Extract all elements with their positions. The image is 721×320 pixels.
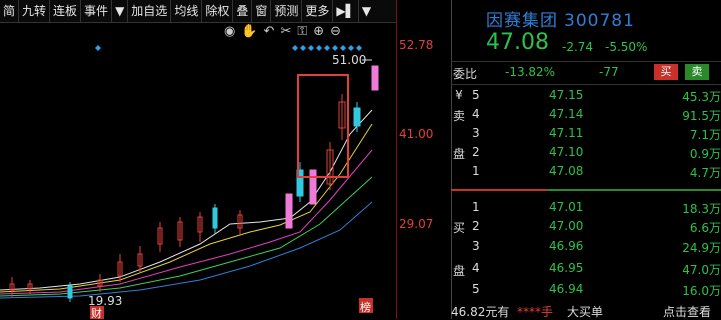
ask-price: 47.11 (549, 126, 584, 140)
ask-volume: 91.5万 (682, 109, 721, 123)
ask-row[interactable]: 3 47.11 7.1万 (451, 124, 721, 143)
bid-level: 1 (472, 200, 480, 214)
bid-row[interactable]: 4 46.95 47.0万 (451, 259, 721, 278)
toolbar-more-dropdown[interactable]: ▼ (359, 0, 374, 22)
ratio-label: 委比 (453, 67, 478, 81)
current-price: 47.08 (486, 30, 549, 55)
ratio-diff: -77 (599, 65, 619, 79)
toolbar-ex-rights[interactable]: 除权 (202, 0, 234, 22)
toolbar-events[interactable]: 事件 (81, 0, 113, 22)
footer-amount: 46.82元有 (451, 305, 510, 319)
toolbar-ma[interactable]: 均线 (171, 0, 203, 22)
bid-row[interactable]: 1 47.01 18.3万 (451, 198, 721, 217)
ask-level: 3 (472, 126, 480, 140)
quote-panel: 因赛集团 300781 47.08 -2.74 -5.50% 委比 -13.82%… (451, 0, 721, 319)
toolbar-add-watchlist[interactable]: 加自选 (128, 0, 172, 22)
bang-marker[interactable]: 榜 (360, 300, 371, 314)
bid-level: 3 (472, 239, 480, 253)
axis-label-low: 29.07 (399, 217, 434, 231)
ask-price: 47.08 (549, 164, 584, 178)
bid-level: 4 (472, 261, 480, 275)
ask-row[interactable]: 5 47.15 45.3万 (451, 86, 721, 105)
toolbar-overlay[interactable]: 叠 (233, 0, 253, 22)
ask-level: 2 (472, 145, 480, 159)
price-change-pct: -5.50% (605, 40, 648, 54)
axis-label-mid: 41.00 (399, 127, 434, 141)
toolbar-forecast[interactable]: 预测 (271, 0, 303, 22)
candlestick-chart[interactable]: 51.00 19.93 财 榜 (0, 22, 396, 319)
ask-level: 4 (472, 107, 480, 121)
footer-big-order: 大买单 (567, 305, 604, 319)
axis-label-top: 52.78 (399, 38, 434, 52)
ask-price: 47.15 (549, 88, 584, 102)
ask-price: 47.14 (549, 107, 584, 121)
candles (9, 65, 379, 302)
ask-level: 1 (472, 164, 480, 178)
bid-row[interactable]: 5 46.94 16.0万 (451, 280, 721, 299)
toolbar-simplified[interactable]: 简 (0, 0, 20, 22)
toolbar-play-icon[interactable]: ▶▌ (333, 0, 359, 22)
ask-volume: 0.9万 (689, 147, 721, 161)
ask-row[interactable]: 2 47.10 0.9万 (451, 143, 721, 162)
bid-volume: 16.0万 (682, 284, 721, 298)
ask-row[interactable]: 4 47.14 91.5万 (451, 105, 721, 124)
bid-level: 2 (472, 219, 480, 233)
buy-button[interactable]: 买 (654, 64, 678, 80)
ask-volume: 7.1万 (689, 128, 721, 142)
bid-price: 46.96 (549, 239, 584, 253)
chart-toolbar: 简 九转 连板 事件 ▼ 加自选 均线 除权 叠 窗 预测 更多 ▶▌ ▼ (0, 0, 396, 23)
toolbar-events-dropdown[interactable]: ▼ (112, 0, 129, 22)
bid-price: 47.00 (549, 219, 584, 233)
event-markers (95, 45, 362, 51)
toolbar-lianban[interactable]: 连板 (50, 0, 82, 22)
footer-stars: ****手 (517, 305, 554, 319)
ask-row[interactable]: 1 47.08 4.7万 (451, 162, 721, 181)
bid-volume: 24.9万 (682, 241, 721, 255)
bid-volume: 18.3万 (682, 202, 721, 216)
cai-marker[interactable]: 财 (91, 306, 102, 319)
ask-price: 47.10 (549, 145, 584, 159)
ratio-value: -13.82% (505, 65, 556, 79)
separator-buy (547, 189, 721, 191)
bid-price: 47.01 (549, 200, 584, 214)
ask-level: 5 (472, 88, 480, 102)
big-order-footer: 46.82元有 ****手 大买单 点击查看 (451, 302, 721, 319)
toolbar-jiuzhuan[interactable]: 九转 (19, 0, 51, 22)
stock-name: 因赛集团 (486, 11, 558, 31)
ask-volume: 4.7万 (689, 166, 721, 180)
high-label: 51.00 (332, 53, 366, 67)
highlight-box (297, 74, 349, 178)
ask-volume: 45.3万 (682, 90, 721, 104)
toolbar-more[interactable]: 更多 (302, 0, 334, 22)
toolbar-window[interactable]: 窗 (252, 0, 272, 22)
bid-price: 46.95 (549, 261, 584, 275)
bid-row[interactable]: 3 46.96 24.9万 (451, 237, 721, 256)
order-ratio-row: 委比 -13.82% -77 买 卖 (451, 61, 721, 85)
low-label: 19.93 (88, 294, 122, 308)
price-axis: 52.78 41.00 29.07 (396, 0, 452, 319)
bid-volume: 47.0万 (682, 263, 721, 277)
bid-price: 46.94 (549, 282, 584, 296)
stock-code: 300781 (564, 11, 635, 31)
bid-volume: 6.6万 (689, 221, 721, 235)
stock-title: 因赛集团 300781 (486, 6, 635, 31)
bid-level: 5 (472, 282, 480, 296)
ma-line-yellow (0, 123, 373, 293)
sell-button[interactable]: 卖 (685, 64, 709, 80)
footer-view-link[interactable]: 点击查看 (663, 303, 711, 320)
price-change: -2.74 (562, 40, 594, 54)
separator-sell (451, 189, 547, 191)
bid-row[interactable]: 2 47.00 6.6万 (451, 217, 721, 236)
